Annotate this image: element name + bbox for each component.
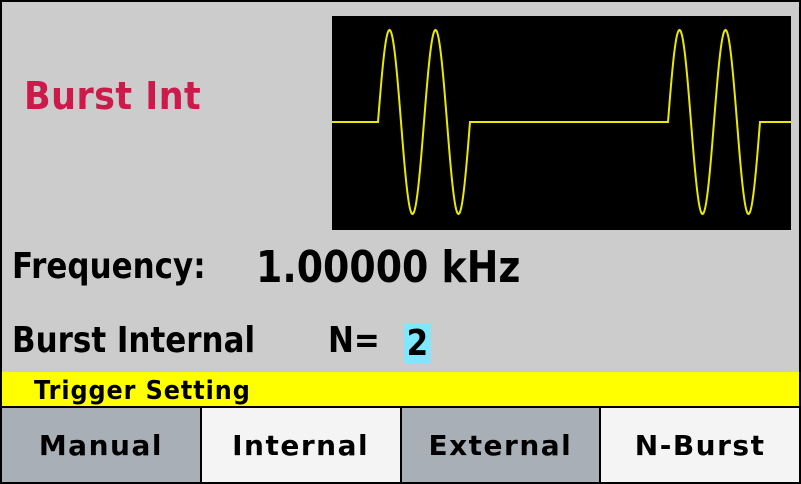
burst-mode-label: Burst Internal <box>12 320 256 361</box>
frequency-label: Frequency: <box>12 246 206 287</box>
burst-waveform <box>332 28 791 216</box>
instrument-screen: Burst Int Frequency: 1.00000 kHz Burst I… <box>0 0 801 484</box>
softkey-internal[interactable]: Internal <box>201 408 402 482</box>
softkey-n-burst[interactable]: N-Burst <box>601 408 799 482</box>
softkey-manual[interactable]: Manual <box>2 408 202 482</box>
burst-count-prefix: N= <box>328 320 380 361</box>
waveform-display <box>332 16 791 230</box>
softkey-external[interactable]: External <box>401 408 602 482</box>
menu-title: Trigger Setting <box>34 376 251 406</box>
burst-count-value[interactable]: 2 <box>404 324 431 364</box>
waveform-trace <box>332 28 791 216</box>
menu-title-bar: Trigger Setting <box>2 372 799 408</box>
frequency-value[interactable]: 1.00000 kHz <box>256 242 520 293</box>
softkey-bar: Manual Internal External N-Burst <box>2 408 799 482</box>
mode-title: Burst Int <box>24 74 202 118</box>
burst-row: Burst Internal N= 2 <box>12 320 431 364</box>
frequency-row: Frequency: 1.00000 kHz <box>12 242 520 293</box>
